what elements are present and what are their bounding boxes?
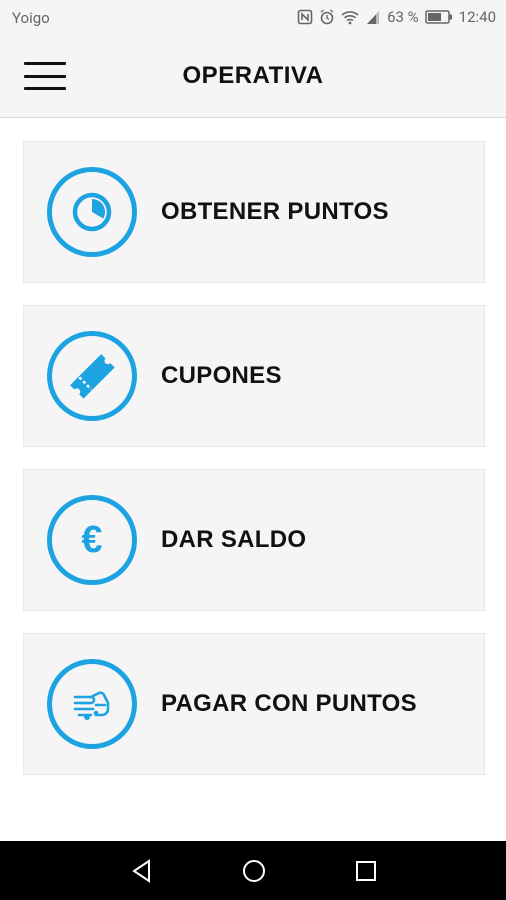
menu-item-label: PAGAR CON PUNTOS <box>161 690 417 717</box>
navigation-bar <box>0 841 506 900</box>
app-header: OPERATIVA <box>0 36 506 118</box>
operations-menu: OBTENER PUNTOS CUPONES € DAR SALDO PAGAR… <box>23 141 485 797</box>
carrier-name: Yoigo <box>12 9 50 27</box>
battery-icon <box>424 10 453 24</box>
home-icon[interactable] <box>240 857 268 885</box>
signal-icon <box>365 9 381 25</box>
euro-glyph: € <box>81 519 103 561</box>
battery-percent: 63 % <box>387 8 419 26</box>
menu-item-cupones[interactable]: CUPONES <box>23 305 485 447</box>
menu-item-dar-saldo[interactable]: € DAR SALDO <box>23 469 485 611</box>
clock-time: 12:40 <box>458 8 496 26</box>
menu-item-label: CUPONES <box>161 362 282 389</box>
nfc-icon <box>297 9 313 25</box>
alarm-icon <box>319 9 335 25</box>
ticket-icon <box>47 331 137 421</box>
back-icon[interactable] <box>128 857 156 885</box>
page-title: OPERATIVA <box>182 62 324 89</box>
status-icons: 63 % 12:40 <box>297 8 496 26</box>
recents-icon[interactable] <box>352 857 380 885</box>
euro-icon: € <box>47 495 137 585</box>
status-bar: Yoigo 63 % 12:40 <box>0 0 506 36</box>
menu-item-label: OBTENER PUNTOS <box>161 198 389 225</box>
wifi-icon <box>341 9 359 25</box>
timer-icon <box>47 167 137 257</box>
menu-item-label: DAR SALDO <box>161 526 307 553</box>
hand-payment-icon <box>47 659 137 749</box>
menu-item-obtener-puntos[interactable]: OBTENER PUNTOS <box>23 141 485 283</box>
menu-item-pagar-con-puntos[interactable]: PAGAR CON PUNTOS <box>23 633 485 775</box>
